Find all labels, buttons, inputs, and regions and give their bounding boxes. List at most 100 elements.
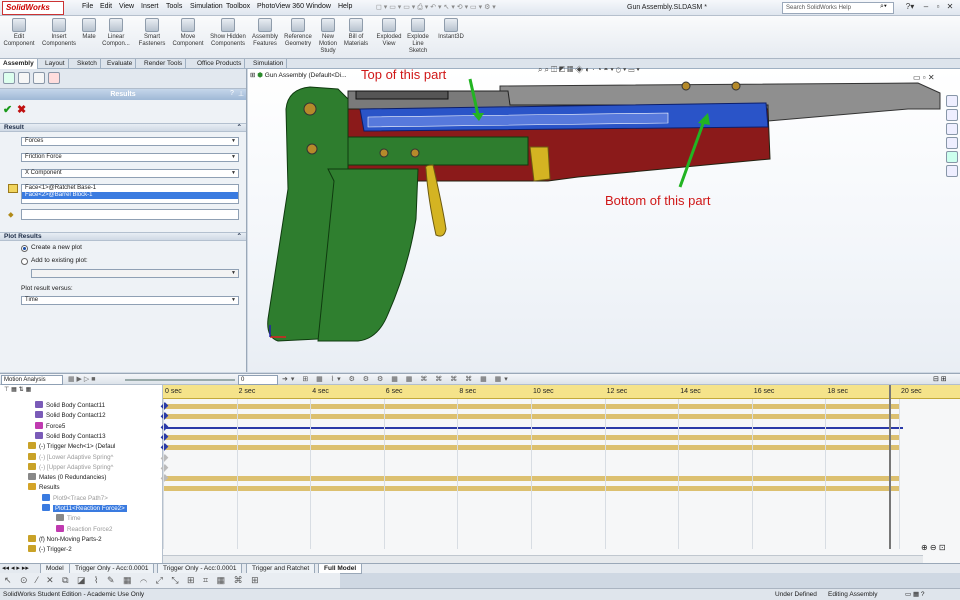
menu-insert[interactable]: Insert [141,3,159,10]
motion-tools[interactable]: ➜▾ ⊞ ▦ ⌇▾ ⚙ ⚙ ⚙ ▦ ▦ ⌘ ⌘ ⌘ ⌘ ▦ ▦▾ [282,375,511,383]
collapse-icon[interactable]: ⌃ [237,233,242,241]
close-button[interactable]: ✕ [944,2,956,13]
time-ruler[interactable]: 0 sec 2 sec 4 sec 6 sec 8 sec 10 sec 12 sec 14 … [163,385,960,399]
tree-node[interactable]: Solid Body Contact12 [35,411,106,421]
help-icon[interactable]: ? [230,90,234,97]
property-manager-icon[interactable] [18,72,30,84]
section-result[interactable]: Result ⌃ [0,123,246,132]
list-item-selected[interactable]: Face<2>@Barrel Block-1 [22,192,238,199]
ok-button[interactable]: ✔ [3,103,12,116]
tree-node[interactable]: Solid Body Contact13 [35,431,106,442]
radio-create-new-plot[interactable] [21,245,28,252]
playback-time-select[interactable]: 0 [238,375,278,385]
menu-file[interactable]: File [82,3,93,10]
cancel-button[interactable]: ✖ [17,103,26,116]
heads-up-toolbar[interactable]: ⌕⌕◫◩▦◈◐·◔◓▾⊙▾▭▾ [538,65,642,75]
solidworks-logo[interactable]: SolidWorks [2,1,64,15]
menu-photoview[interactable]: PhotoView 360 [257,3,304,10]
pin[interactable] [306,143,318,155]
tree-node[interactable]: Force5 [35,421,65,432]
explorer-icon[interactable] [946,123,958,135]
tree-node[interactable]: (-) [Upper Adaptive Spring^ [28,462,113,473]
display-manager-icon[interactable] [48,72,60,84]
graphics-area[interactable]: ⊞ ⬢ Gun Assembly (Default<Di... Top of t… [248,65,960,372]
collapse-motion-manager-icon[interactable]: ⊟ ⊞ [933,375,947,383]
tab-layout[interactable]: Layout [42,59,69,69]
tree-node[interactable]: (-) Trigger-2 [28,545,72,555]
search-pane-icon[interactable] [946,137,958,149]
tree-node[interactable]: Plot11<Reaction Force2> [42,504,127,514]
status-icons[interactable]: ▭ ▦ ? [905,589,925,600]
pin[interactable] [681,81,691,91]
search-icon[interactable]: ⌕▾ [880,3,887,11]
instant3d-button[interactable]: Instant3D [436,18,466,41]
tree-node[interactable]: Reaction Force2 [56,524,112,535]
menu-tools[interactable]: Tools [166,3,182,10]
help-icon[interactable]: ?▾ [904,2,916,13]
pin[interactable] [731,81,741,91]
appearances-icon[interactable] [946,151,958,163]
minimize-button[interactable]: – [920,2,932,13]
new-motion-study-button[interactable]: New Motion Study [316,18,340,55]
tab-office-products[interactable]: Office Products [194,59,246,69]
menu-edit[interactable]: Edit [100,3,112,10]
model-view[interactable] [248,69,960,372]
library-icon[interactable] [946,109,958,121]
component-select[interactable]: X Component [21,169,239,178]
list-item[interactable]: Face<1>@Ratchet Base-1 [22,185,238,192]
menu-toolbox[interactable]: Toolbox [226,3,250,10]
restore-button[interactable]: ▫ [932,2,944,13]
tree-node[interactable]: Results [28,483,60,493]
tab-simulation[interactable]: Simulation [250,59,288,69]
quick-access-toolbar[interactable]: ◻ ▾ ▭ ▾ ▭ ▾ ⎙ ▾ ↶ ▾ ↖ ▾ ⟲ ▾ ▭ ▾ ⚙ ▾ [376,3,496,12]
pin-icon[interactable]: ⊥ [238,90,244,98]
pin[interactable] [379,148,389,158]
reference-geometry-button[interactable]: Reference Geometry [282,18,314,48]
tab-render-tools[interactable]: Render Tools [141,59,187,69]
smart-fasteners-button[interactable]: Smart Fasteners [136,18,168,48]
playback-controls[interactable]: ▦ ▶ ▷ ■ [68,375,95,383]
pin[interactable] [303,102,317,116]
insert-components-button[interactable]: Insert Components [40,18,78,48]
move-component-button[interactable]: Move Component [170,18,206,48]
timeline[interactable]: 0 sec 2 sec 4 sec 6 sec 8 sec 10 sec 12 sec 14 … [160,385,960,563]
menu-view[interactable]: View [119,3,134,10]
subcategory-select[interactable]: Friction Force [21,153,239,162]
feature-tree-icon[interactable] [3,72,15,84]
tree-node[interactable]: (f) Non-Moving Parts-2 [28,534,102,545]
tree-node[interactable]: Mates (0 Redundancies) [28,473,106,483]
sketch-tools[interactable]: ↖ ⊙ ⁄ ✕ ⧉ ◪ ⌇ ✎ ▦ ⌒ ⤢ ⤡ ⊞ ⌗ ▦ ⌘ ⊞ [4,575,262,586]
tree-node[interactable]: Time [56,514,81,524]
window-controls[interactable]: ▭ ▫ ✕ [913,73,935,82]
plot-versus-select[interactable]: Time [21,296,239,305]
menu-help[interactable]: Help [338,3,352,10]
section-plot-results[interactable]: Plot Results ⌃ [0,232,246,241]
assembly-features-button[interactable]: Assembly Features [250,18,280,48]
home-icon[interactable] [946,95,958,107]
menu-window[interactable]: Window [306,3,331,10]
exploded-view-button[interactable]: Exploded View [374,18,404,48]
custom-properties-icon[interactable] [946,165,958,177]
end-time-marker[interactable] [889,385,891,549]
linear-pattern-button[interactable]: Linear Compon... [100,18,132,48]
tree-node[interactable]: Solid Body Contact11 [35,401,105,411]
study-type-select[interactable]: Motion Analysis [1,375,63,385]
bill-of-materials-button[interactable]: Bill of Materials [342,18,370,48]
mate-button[interactable]: Mate [80,18,98,41]
zoom-controls[interactable]: ⊕ ⊖ ⊡ [921,543,946,552]
explode-line-sketch-button[interactable]: Explode Line Sketch [404,18,432,55]
tree-filter-icons[interactable]: ⊤ ▦ ⇅ ▦ [4,385,31,395]
trigger-housing[interactable] [347,136,529,166]
tab-sketch[interactable]: Sketch [74,59,101,69]
spring-part[interactable] [529,146,551,182]
timeline-bars[interactable] [160,399,960,559]
grip-lower-part[interactable] [317,168,419,342]
show-hidden-components-button[interactable]: Show Hidden Components [210,18,246,48]
search-input[interactable]: Search SolidWorks Help [782,2,894,14]
tab-scroll-arrows[interactable]: ◂◂ ◂ ▸ ▸▸ [2,564,29,572]
secondary-selection-box[interactable] [21,209,239,220]
tree-node[interactable]: (-) Trigger Mech<1> (Defaul [28,442,115,452]
tab-evaluate[interactable]: Evaluate [104,59,137,69]
tab-assembly[interactable]: Assembly [0,59,38,69]
configuration-manager-icon[interactable] [33,72,45,84]
